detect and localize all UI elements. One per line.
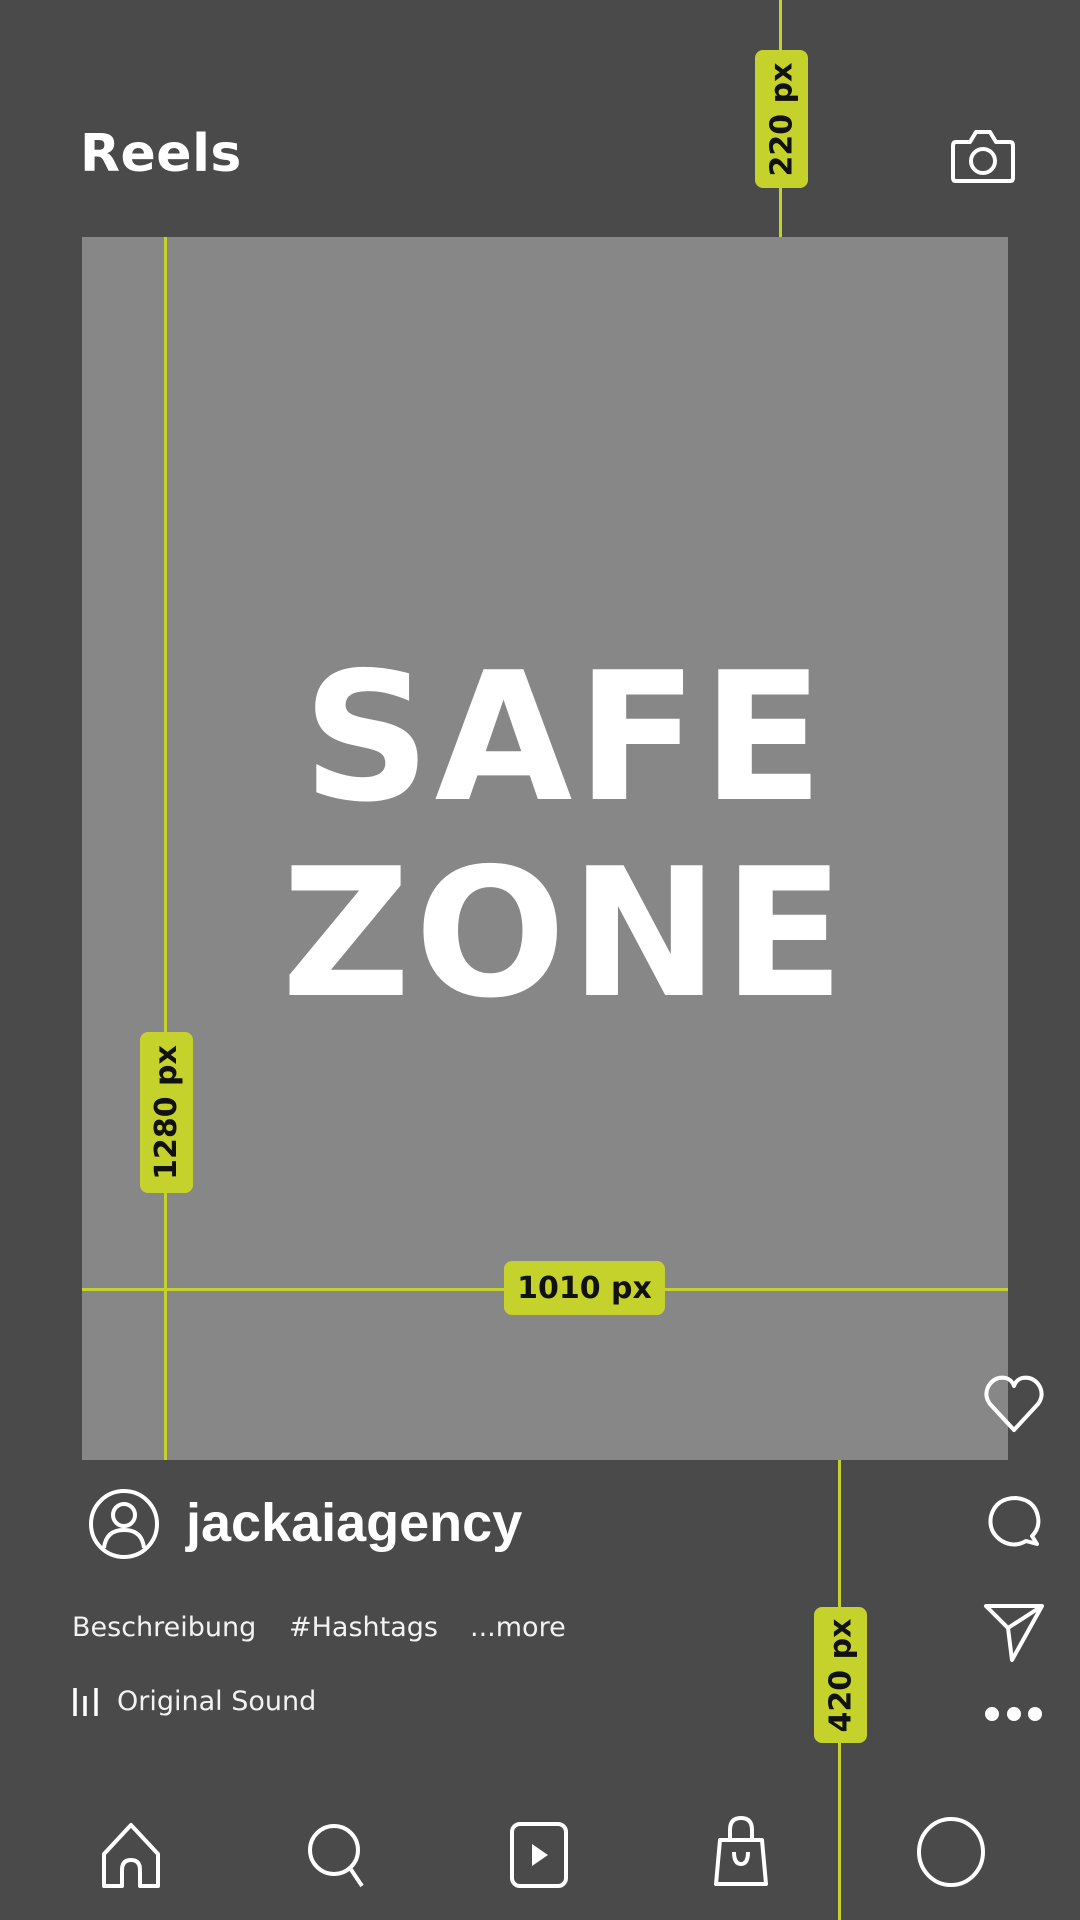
bottom-margin-label: 420 px [823,1618,858,1732]
height-badge: 1280 px [140,1032,193,1193]
caption-description: Beschreibung [72,1612,257,1643]
caption-hashtags[interactable]: #Hashtags [289,1612,438,1643]
username-link[interactable]: jackaiagency [186,1492,522,1554]
nav-reels-icon[interactable] [504,1820,574,1890]
share-icon[interactable] [982,1600,1046,1664]
nav-home-icon[interactable] [96,1820,166,1890]
bottom-margin-badge: 420 px [814,1607,867,1743]
width-badge: 1010 px [504,1261,665,1315]
nav-shop-icon[interactable] [706,1814,776,1890]
camera-icon[interactable] [950,128,1016,184]
audio-bars-icon [72,1686,100,1718]
more-icon[interactable] [982,1696,1046,1736]
safe-zone-line-1: SAFE [302,634,828,841]
user-avatar-icon[interactable] [88,1488,160,1560]
audio-label[interactable]: Original Sound [117,1686,316,1717]
top-margin-label: 220 px [764,62,799,176]
page-title: Reels [80,124,242,184]
comment-icon[interactable] [982,1490,1046,1554]
heart-icon[interactable] [982,1372,1046,1436]
nav-search-icon[interactable] [302,1820,372,1890]
caption-more-link[interactable]: ...more [470,1612,566,1643]
width-label: 1010 px [517,1270,652,1306]
top-margin-badge: 220 px [755,50,808,188]
height-label: 1280 px [149,1045,185,1180]
safe-zone-line-2: ZONE [281,830,849,1037]
safe-zone-heading: SAFE ZONE [82,640,1008,1032]
nav-profile-icon[interactable] [916,1816,986,1888]
